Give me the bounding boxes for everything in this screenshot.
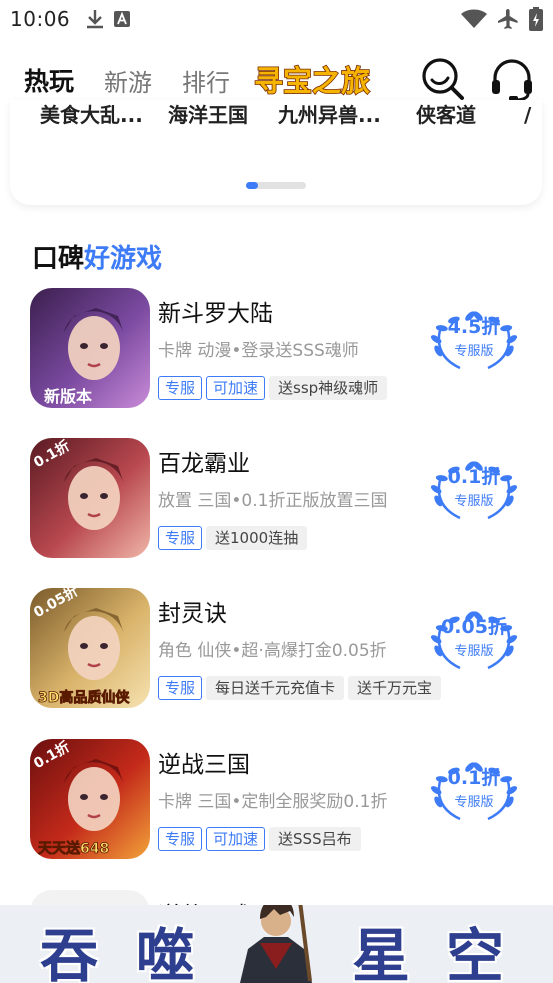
section-title-highlight: 好游戏 bbox=[84, 244, 163, 274]
feature-tag: 可加速 bbox=[206, 827, 266, 851]
treasure-banner-text: 寻宝之旅 bbox=[254, 64, 370, 98]
carousel-indicator bbox=[246, 182, 306, 189]
thumbnail-label: 新版本 bbox=[44, 387, 92, 406]
feature-tag: 专服 bbox=[158, 676, 203, 700]
game-tags: 专服 可加速 送ssp神级魂师 bbox=[158, 376, 388, 400]
airplane-icon bbox=[498, 9, 518, 29]
thumbnail-sublabel: 3D高品质仙侠 bbox=[38, 689, 130, 706]
discount-value: 0.05折 bbox=[441, 616, 507, 638]
game-name[interactable]: 百龙霸业 bbox=[158, 444, 250, 478]
version-label: 专服版 bbox=[454, 494, 494, 509]
tab-ranking[interactable]: 排行 bbox=[182, 63, 230, 98]
game-list-item[interactable]: 0.05折 3D高品质仙侠 封灵诀 角色 仙侠•超·高爆打金0.05折 专服 每日送千元充… bbox=[30, 588, 530, 710]
game-tags: 专服 可加速 送SSS吕布 bbox=[158, 827, 361, 851]
game-tags: 专服 每日送千元充值卡 送千万元宝 bbox=[158, 676, 442, 700]
gift-tag: 送1000连抽 bbox=[206, 526, 308, 550]
gift-tag: 每日送千元充值卡 bbox=[206, 676, 345, 700]
discount-value: 0.1折 bbox=[447, 767, 501, 789]
wifi-icon bbox=[461, 9, 487, 28]
gift-tag: 送千万元宝 bbox=[348, 676, 442, 700]
game-tags: 专服 送1000连抽 bbox=[158, 526, 308, 550]
discount-value: 4.5折 bbox=[447, 316, 501, 338]
game-name[interactable]: 新斗罗大陆 bbox=[158, 294, 273, 328]
game-thumbnail[interactable]: 0.1折 天天送648 bbox=[30, 739, 150, 859]
game-list-item[interactable]: 0.1折 天天送648 逆战三国 卡牌 三国•定制全服奖励0.1折 专服 可加速 送SSS吕… bbox=[30, 739, 530, 861]
ad-banner-char: 吞 bbox=[40, 922, 99, 983]
discount-badge[interactable]: 0.1折专服版 bbox=[422, 460, 526, 524]
gift-tag: 送ssp神级魂师 bbox=[269, 376, 388, 400]
game-name[interactable]: 封灵诀 bbox=[158, 594, 227, 628]
game-description: 放置 三国•0.1折正版放置三国 bbox=[158, 491, 388, 511]
status-bar: 10:06 bbox=[0, 0, 553, 38]
carousel-game-name[interactable]: 九州异兽... bbox=[278, 104, 381, 126]
carousel-game-name[interactable]: 海洋王国 bbox=[168, 104, 248, 126]
game-name[interactable]: 逆战三国 bbox=[158, 745, 250, 779]
carousel-names: 美食大乱... 海洋王国 九州异兽... 侠客道 / bbox=[10, 104, 542, 130]
headset-icon[interactable] bbox=[489, 56, 535, 102]
version-label: 专服版 bbox=[454, 795, 494, 810]
ad-banner[interactable]: 吞 噬 星 空 bbox=[0, 905, 553, 983]
game-thumbnail[interactable]: 0.1折 bbox=[30, 438, 150, 558]
ad-banner-char: 噬 bbox=[136, 922, 195, 983]
game-thumbnail[interactable]: 0.05折 3D高品质仙侠 bbox=[30, 588, 150, 708]
download-icon bbox=[87, 10, 104, 29]
game-list-item[interactable]: 新版本 新斗罗大陆卡牌 动漫•登录送SSS魂师专服 可加速 送ssp神级魂师 4.5折专… bbox=[30, 288, 530, 410]
section-title-plain: 口碑 bbox=[32, 244, 85, 274]
game-list-item[interactable]: 0.1折 百龙霸业 放置 三国•0.1折正版放置三国 专服 送1000连抽 0.1折 专服版 bbox=[30, 438, 530, 560]
gift-tag: 送SSS吕布 bbox=[269, 827, 361, 851]
status-time: 10:06 bbox=[10, 7, 71, 31]
tab-new[interactable]: 新游 bbox=[104, 63, 152, 98]
thumbnail-sublabel: 天天送648 bbox=[38, 840, 109, 857]
game-description: 卡牌 动漫•登录送SSS魂师 bbox=[158, 341, 359, 361]
feature-tag: 专服 bbox=[158, 376, 203, 400]
discount-badge[interactable]: 4.5折专服版 bbox=[422, 310, 526, 374]
section-title: 口碑好游戏 bbox=[32, 238, 162, 275]
feature-tag: 专服 bbox=[158, 526, 203, 550]
game-description: 角色 仙侠•超·高爆打金0.05折 bbox=[158, 641, 387, 661]
search-icon[interactable] bbox=[420, 56, 466, 102]
ad-banner-char: 空 bbox=[446, 922, 505, 983]
battery-icon bbox=[529, 7, 543, 31]
game-description: 卡牌 三国•定制全服奖励0.1折 bbox=[158, 792, 388, 812]
carousel-game-name[interactable]: / bbox=[524, 104, 531, 126]
ad-banner-char: 星 bbox=[352, 922, 411, 983]
discount-badge[interactable]: 0.05折专服版 bbox=[422, 610, 526, 674]
version-label: 专服版 bbox=[454, 344, 494, 359]
ad-hero-illustration bbox=[240, 905, 312, 983]
carousel-game-name[interactable]: 美食大乱... bbox=[40, 104, 143, 126]
feature-tag: 可加速 bbox=[206, 376, 266, 400]
top-carousel-card: 美食大乱... 海洋王国 九州异兽... 侠客道 / bbox=[10, 100, 542, 205]
version-label: 专服版 bbox=[454, 644, 494, 659]
carousel-game-name[interactable]: 侠客道 bbox=[416, 104, 476, 126]
feature-tag: 专服 bbox=[158, 827, 203, 851]
carousel-indicator-active bbox=[246, 182, 258, 189]
font-a-icon bbox=[114, 11, 131, 27]
app-screen: 10:06 热玩 新游 排行 寻宝之旅 美食大乱... 海洋王国 九州异兽...… bbox=[0, 0, 553, 983]
game-thumbnail[interactable]: 新版本 bbox=[30, 288, 150, 408]
discount-badge[interactable]: 0.1折专服版 bbox=[422, 761, 526, 825]
discount-value: 0.1折 bbox=[447, 466, 501, 488]
tab-hot[interactable]: 热玩 bbox=[24, 62, 74, 98]
treasure-banner-tab[interactable]: 寻宝之旅 bbox=[252, 61, 387, 99]
